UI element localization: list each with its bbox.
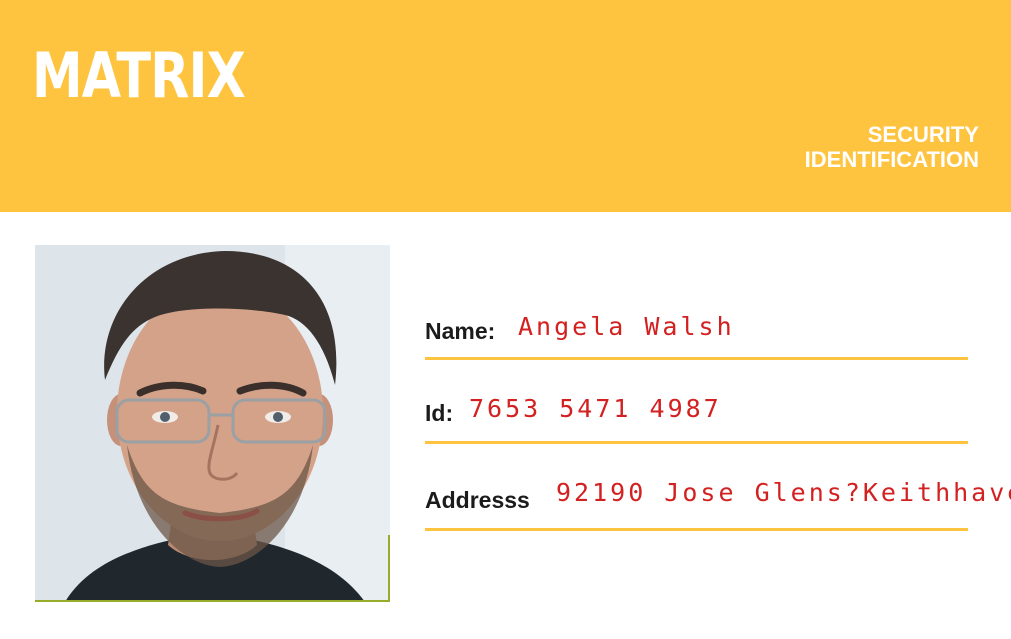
person-photo-icon bbox=[35, 245, 390, 600]
address-label: Addresss bbox=[425, 487, 530, 513]
card-header: MATRIX SECURITY IDENTIFICATION bbox=[0, 0, 1011, 212]
id-value: 7653 5471 4987 bbox=[469, 394, 722, 423]
person-photo bbox=[35, 245, 390, 602]
id-label: Id: bbox=[425, 400, 454, 426]
card-title: SECURITY IDENTIFICATION bbox=[805, 122, 979, 172]
name-label: Name: bbox=[425, 318, 496, 344]
field-id: Id: 7653 5471 4987 bbox=[425, 394, 968, 446]
field-name: Name: Angela Walsh bbox=[425, 312, 968, 364]
photo-edge bbox=[388, 535, 390, 600]
field-address: Addresss 92190 Jose Glens?Keithhaven bbox=[425, 476, 1011, 534]
address-underline bbox=[425, 528, 968, 531]
address-value: 92190 Jose Glens?Keithhaven bbox=[556, 478, 1011, 507]
card-title-line-2: IDENTIFICATION bbox=[804, 147, 979, 172]
id-underline bbox=[425, 441, 968, 444]
id-card: MATRIX SECURITY IDENTIFICATION Name: Ang… bbox=[0, 0, 1011, 639]
name-underline bbox=[425, 357, 968, 360]
name-value: Angela Walsh bbox=[518, 312, 735, 341]
brand-logo: MATRIX bbox=[32, 39, 246, 112]
card-title-line-1: SECURITY bbox=[867, 122, 979, 147]
